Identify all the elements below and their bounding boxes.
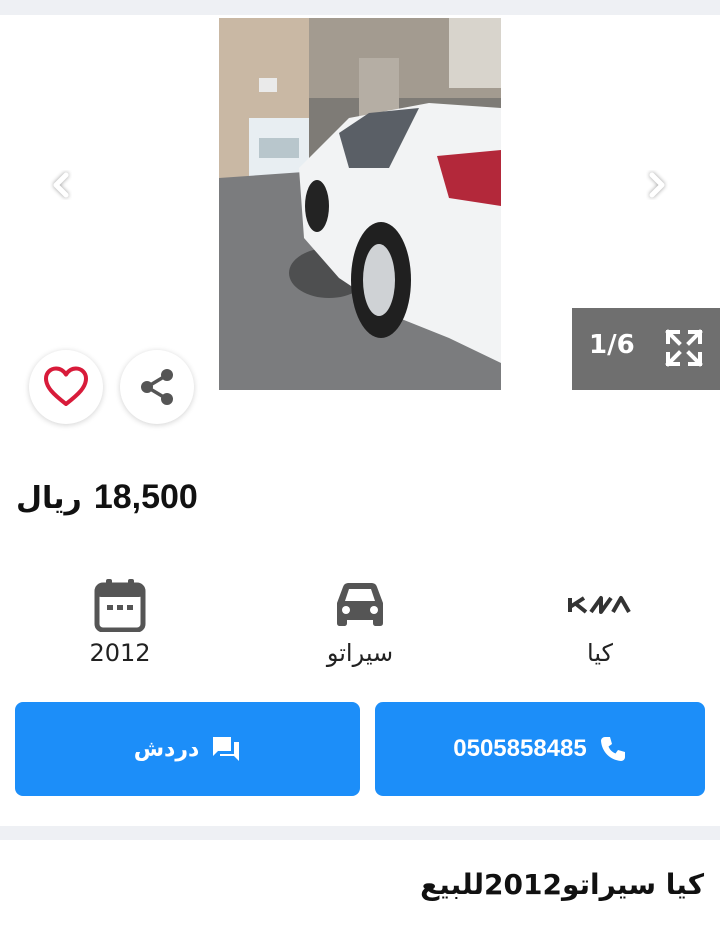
spec-year-value: 2012: [89, 639, 151, 667]
car-photo-illustration: [219, 18, 501, 390]
call-button-label: 0505858485: [453, 735, 587, 762]
calendar-icon: [94, 579, 146, 632]
kia-logo: [568, 596, 631, 614]
chat-icon: [213, 737, 240, 761]
gallery-counter-box[interactable]: 1/6: [572, 308, 720, 390]
spec-model-value: سيراتو: [326, 639, 394, 667]
price: 18,500 ريال: [16, 478, 198, 517]
favorite-button[interactable]: [29, 350, 103, 424]
expand-icon[interactable]: [664, 328, 704, 368]
chevron-left-icon: [53, 172, 69, 198]
listing-title: كيا سيراتو2012للبيع: [420, 868, 704, 901]
image-gallery[interactable]: 1/6: [0, 15, 720, 435]
top-strip: [0, 0, 720, 15]
spec-year: 2012: [50, 575, 190, 667]
gallery-prev-button[interactable]: [46, 170, 76, 200]
spec-make-value: كيا: [587, 639, 613, 667]
spec-model: سيراتو: [290, 575, 430, 667]
image-counter: 1/6: [589, 330, 635, 360]
car-photo[interactable]: [219, 18, 501, 390]
share-icon: [141, 369, 173, 405]
spec-make: كيا: [530, 575, 670, 667]
share-button[interactable]: [120, 350, 194, 424]
price-currency: ريال: [16, 481, 82, 516]
section-divider: [0, 826, 720, 840]
chat-button[interactable]: دردش: [15, 702, 360, 796]
price-value: 18,500: [93, 478, 198, 516]
chevron-right-icon: [649, 172, 665, 198]
phone-icon: [600, 737, 625, 761]
chat-button-label: دردش: [133, 736, 200, 762]
car-icon: [337, 583, 383, 626]
heart-icon: [44, 366, 88, 406]
gallery-next-button[interactable]: [642, 170, 672, 200]
call-button[interactable]: 0505858485: [375, 702, 705, 796]
